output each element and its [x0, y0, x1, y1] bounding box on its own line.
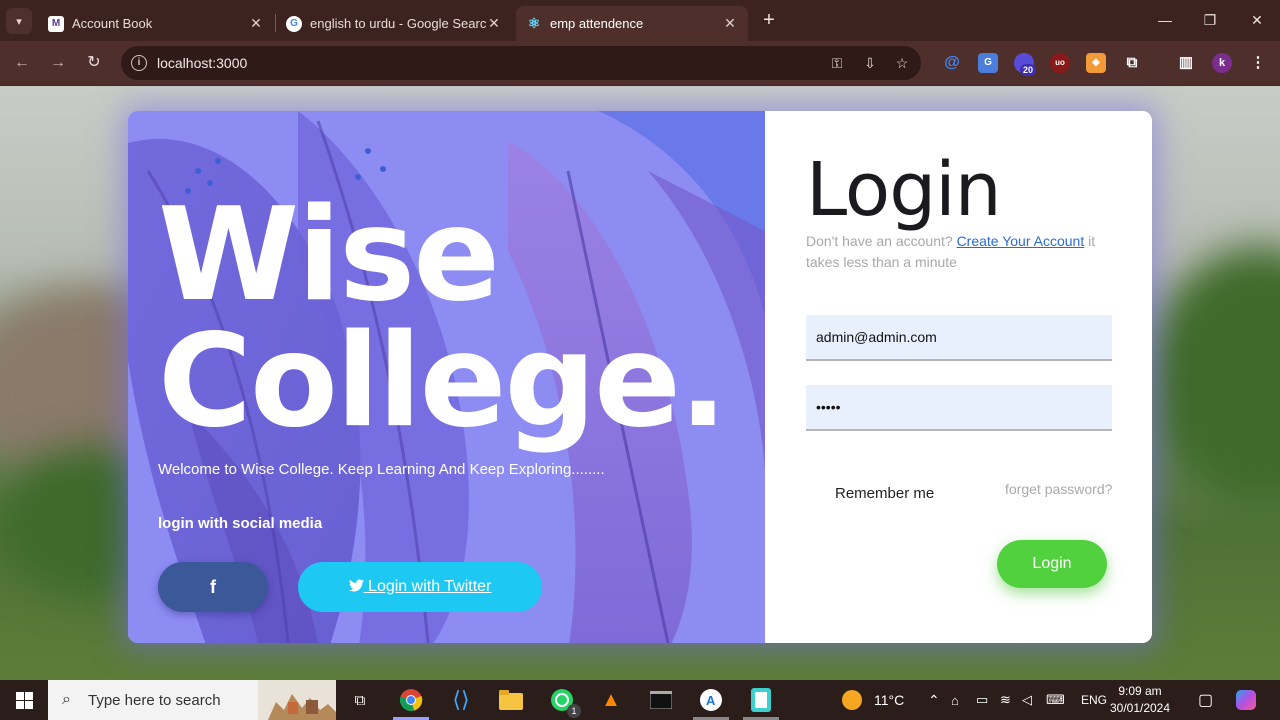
battery-icon[interactable]: ▭ [976, 680, 988, 720]
signup-prompt: Don't have an account? Create Your Accou… [806, 231, 1106, 273]
ublock-extension-icon[interactable]: uo [1050, 53, 1070, 73]
react-favicon: ⚛ [527, 15, 541, 31]
weather-widget[interactable]: 11°C [842, 680, 904, 720]
twitter-bird-icon [348, 579, 364, 592]
brand-line-1: Wise [158, 181, 500, 330]
password-key-icon[interactable]: ⚿ [827, 53, 847, 73]
clock[interactable]: 9:09 am 30/01/2024 [1108, 683, 1172, 717]
email-field[interactable] [806, 315, 1112, 361]
restore-button[interactable]: ❐ [1195, 8, 1225, 32]
site-info-icon[interactable]: i [131, 55, 147, 71]
weather-sun-icon [842, 690, 862, 710]
signup-prefix: Don't have an account? [806, 233, 957, 249]
url-text[interactable]: localhost:3000 [157, 55, 247, 71]
start-button[interactable] [0, 680, 48, 720]
extensions-puzzle-icon[interactable]: ⧉ [1122, 53, 1142, 73]
task-view-icon[interactable]: ⧉ [346, 686, 374, 714]
search-highlight-illustration [258, 680, 336, 720]
social-login-title: login with social media [158, 515, 323, 532]
back-button[interactable]: ← [9, 50, 35, 76]
tab-title: emp attendence [550, 16, 644, 31]
reload-button[interactable]: ↻ [81, 50, 107, 76]
keyboard-icon[interactable]: ⌨ [1046, 680, 1065, 720]
wifi-icon[interactable]: ≋ [1000, 680, 1011, 720]
address-bar[interactable]: i localhost:3000 ⚿ ⇩ ☆ [121, 46, 921, 80]
tab-emp-attendence[interactable]: ⚛ emp attendence ✕ [516, 6, 748, 41]
vscode-icon[interactable]: ⟨⟩ [447, 686, 475, 714]
show-hidden-icons-button[interactable]: ⌃ [928, 680, 940, 720]
google-favicon: G [286, 15, 302, 32]
welcome-text: Welcome to Wise College. Keep Learning A… [158, 461, 605, 478]
at-sign-extension-icon[interactable]: @ [942, 53, 962, 73]
login-form-panel: Login Don't have an account? Create Your… [765, 111, 1152, 643]
browser-toolbar: ← → ↻ i localhost:3000 ⚿ ⇩ ☆ @ G uo ◈ ⧉ … [0, 41, 1280, 85]
facebook-login-button[interactable]: f [158, 562, 268, 612]
tab-search-button[interactable]: ▾ [6, 8, 32, 34]
react-native-app-icon[interactable]: A [697, 686, 725, 714]
create-account-link[interactable]: Create Your Account [957, 233, 1085, 249]
windows-taskbar: ⌕ Type here to search ⧉ ⟨⟩ 1 ▲ A 11°C ⌃ [0, 680, 1280, 720]
svg-text:A: A [706, 693, 716, 708]
bookmark-star-icon[interactable]: ☆ [892, 53, 912, 73]
forward-button[interactable]: → [45, 50, 71, 76]
search-placeholder: Type here to search [88, 692, 221, 709]
minimize-button[interactable]: — [1150, 8, 1180, 32]
brand-panel: Wise College. Welcome to Wise College. K… [128, 111, 765, 643]
notifications-icon[interactable]: ▢ [1198, 680, 1213, 720]
page-viewport: Wise College. Welcome to Wise College. K… [0, 86, 1280, 680]
facebook-icon: f [210, 577, 216, 597]
new-tab-button[interactable]: + [758, 10, 780, 32]
windows-logo-icon [16, 692, 33, 709]
twitter-login-label: Login with Twitter [363, 578, 492, 595]
account-book-favicon: M [48, 15, 64, 32]
close-window-button[interactable]: ✕ [1242, 8, 1272, 32]
taskbar-search-box[interactable]: ⌕ Type here to search [48, 680, 336, 720]
search-icon: ⌕ [62, 691, 71, 708]
copilot-icon[interactable] [1236, 680, 1256, 720]
password-field[interactable] [806, 385, 1112, 431]
brand-line-2: College. [158, 307, 727, 456]
terminal-icon[interactable] [647, 686, 675, 714]
meet-now-icon[interactable]: ⌂ [951, 680, 959, 720]
twitter-login-button[interactable]: Login with Twitter [298, 562, 542, 612]
clock-time: 9:09 am [1118, 684, 1162, 698]
chrome-menu-icon[interactable]: ⋮ [1248, 53, 1268, 73]
install-app-icon[interactable]: ⇩ [860, 53, 880, 73]
orange-extension-icon[interactable]: ◈ [1086, 53, 1106, 73]
login-heading: Login [806, 147, 1002, 233]
background-tree [1150, 246, 1280, 506]
brand-heading: Wise College. [158, 181, 727, 456]
profile-avatar[interactable]: k [1212, 53, 1232, 73]
extension-badge: 20 [1020, 64, 1037, 76]
tab-title: Account Book [72, 16, 153, 31]
login-card: Wise College. Welcome to Wise College. K… [128, 111, 1152, 643]
login-button[interactable]: Login [997, 540, 1107, 588]
translate-extension-icon[interactable]: G [978, 53, 998, 73]
close-tab-icon[interactable]: ✕ [722, 15, 738, 32]
language-indicator[interactable]: ENG [1081, 680, 1107, 720]
weather-temperature: 11°C [874, 692, 905, 708]
side-panel-icon[interactable]: ▥ [1176, 53, 1196, 73]
tab-title: english to urdu - Google Search [310, 16, 486, 31]
tab-account-book[interactable]: M Account Book ✕ [38, 6, 274, 41]
vlc-icon[interactable]: ▲ [597, 686, 625, 714]
remember-me-label[interactable]: Remember me [835, 485, 934, 502]
clock-date: 30/01/2024 [1109, 701, 1171, 715]
forget-password-link[interactable]: forget password? [1005, 481, 1112, 497]
chrome-taskbar-icon[interactable] [397, 686, 425, 714]
close-tab-icon[interactable]: ✕ [486, 15, 502, 32]
file-explorer-icon[interactable] [497, 686, 525, 714]
volume-icon[interactable]: ◁ [1022, 680, 1032, 720]
whatsapp-badge: 1 [567, 704, 581, 718]
close-tab-icon[interactable]: ✕ [248, 15, 264, 32]
notepad-app-icon[interactable] [747, 686, 775, 714]
browser-tabstrip: ▾ M Account Book ✕ G english to urdu - G… [0, 0, 1280, 41]
tab-google-search[interactable]: G english to urdu - Google Search ✕ [276, 6, 512, 41]
